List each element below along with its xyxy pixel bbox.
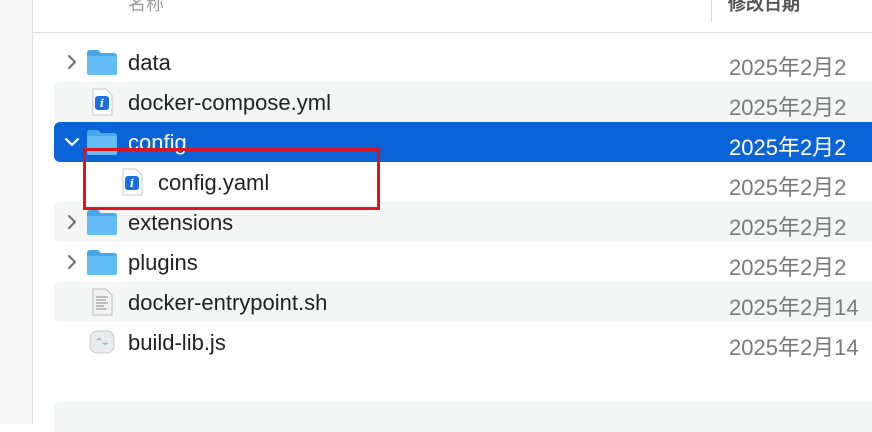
file-name: docker-entrypoint.sh xyxy=(128,290,328,315)
shell-script-icon xyxy=(92,288,113,316)
file-date: 2025年2月14 xyxy=(729,295,859,320)
name-column-header[interactable]: 名称 xyxy=(128,0,164,16)
column-divider[interactable] xyxy=(711,0,712,22)
column-header: 名称 修改日期 xyxy=(33,0,872,33)
file-name: plugins xyxy=(128,250,198,275)
file-date: 2025年2月2 xyxy=(729,255,847,280)
chevron-right-icon[interactable] xyxy=(64,212,80,232)
file-date: 2025年2月2 xyxy=(729,55,847,80)
folder-icon xyxy=(87,250,117,275)
file-row-data[interactable]: data 2025年2月2 xyxy=(54,42,872,82)
file-date: 2025年2月2 xyxy=(729,215,847,240)
file-row-docker-entrypoint[interactable]: docker-entrypoint.sh 2025年2月14 xyxy=(54,282,872,322)
file-name: build-lib.js xyxy=(128,330,226,355)
file-name: docker-compose.yml xyxy=(128,90,331,115)
sidebar-edge xyxy=(0,0,33,424)
chevron-right-icon[interactable] xyxy=(64,52,80,72)
file-row-build-lib[interactable]: build-lib.js 2025年2月14 xyxy=(54,322,872,362)
javascript-file-icon xyxy=(89,330,115,354)
file-name: data xyxy=(128,50,171,75)
annotation-highlight-box xyxy=(83,148,380,210)
file-name: extensions xyxy=(128,210,234,235)
folder-icon xyxy=(87,210,117,235)
bottom-bar xyxy=(54,402,872,432)
folder-icon xyxy=(87,50,117,75)
file-date: 2025年2月2 xyxy=(729,95,847,120)
file-row-docker-compose[interactable]: i docker-compose.yml 2025年2月2 xyxy=(54,82,872,122)
svg-text:i: i xyxy=(100,97,104,110)
chevron-right-icon[interactable] xyxy=(64,252,80,272)
file-date: 2025年2月14 xyxy=(729,335,859,360)
yaml-file-icon: i xyxy=(92,88,113,116)
file-row-plugins[interactable]: plugins 2025年2月2 xyxy=(54,242,872,282)
file-date: 2025年2月2 xyxy=(729,175,847,200)
chevron-down-icon[interactable] xyxy=(64,132,80,152)
date-column-header[interactable]: 修改日期 xyxy=(728,0,800,16)
file-date: 2025年2月2 xyxy=(729,135,847,160)
